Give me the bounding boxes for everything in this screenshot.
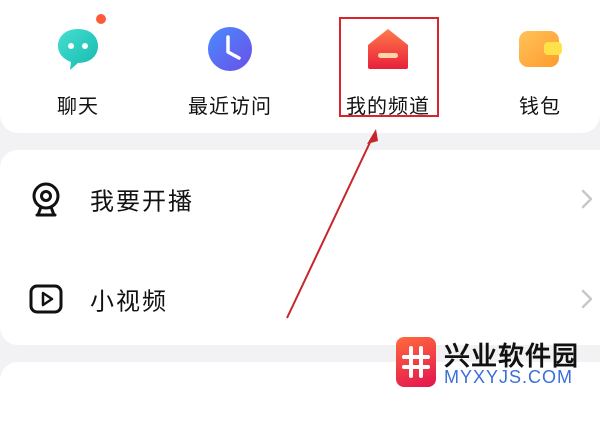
chevron-right-icon <box>581 289 593 309</box>
play-video-icon <box>29 284 63 314</box>
quick-action-recent[interactable]: 最近访问 <box>170 20 290 125</box>
quick-actions-card: 聊天 最近访问 我的频道 钱包 <box>0 0 600 133</box>
chevron-right-icon <box>581 189 593 209</box>
wallet-icon <box>519 31 562 67</box>
highlight-box <box>339 17 439 117</box>
chat-bubble-icon <box>58 29 98 70</box>
menu-item-label: 小视频 <box>90 287 168 316</box>
menu-item-label: 我要开播 <box>90 187 194 216</box>
menu-item-short-video[interactable]: 小视频 <box>0 264 600 334</box>
camera-icon <box>32 182 60 217</box>
quick-action-label: 钱包 <box>519 94 561 118</box>
quick-action-chat[interactable]: 聊天 <box>18 14 138 125</box>
hash-icon <box>402 346 430 378</box>
watermark: 兴业软件园 MYXYJS.COM <box>396 337 596 395</box>
menu-card: 我要开播 小视频 <box>0 150 600 345</box>
watermark-url: MYXYJS.COM <box>444 367 574 387</box>
quick-action-wallet[interactable]: 钱包 <box>480 20 600 125</box>
quick-action-label: 最近访问 <box>188 94 272 118</box>
notification-dot <box>96 14 106 24</box>
watermark-logo <box>396 337 436 387</box>
quick-action-label: 聊天 <box>57 94 99 118</box>
menu-item-go-live[interactable]: 我要开播 <box>0 164 600 234</box>
clock-icon <box>208 27 252 71</box>
